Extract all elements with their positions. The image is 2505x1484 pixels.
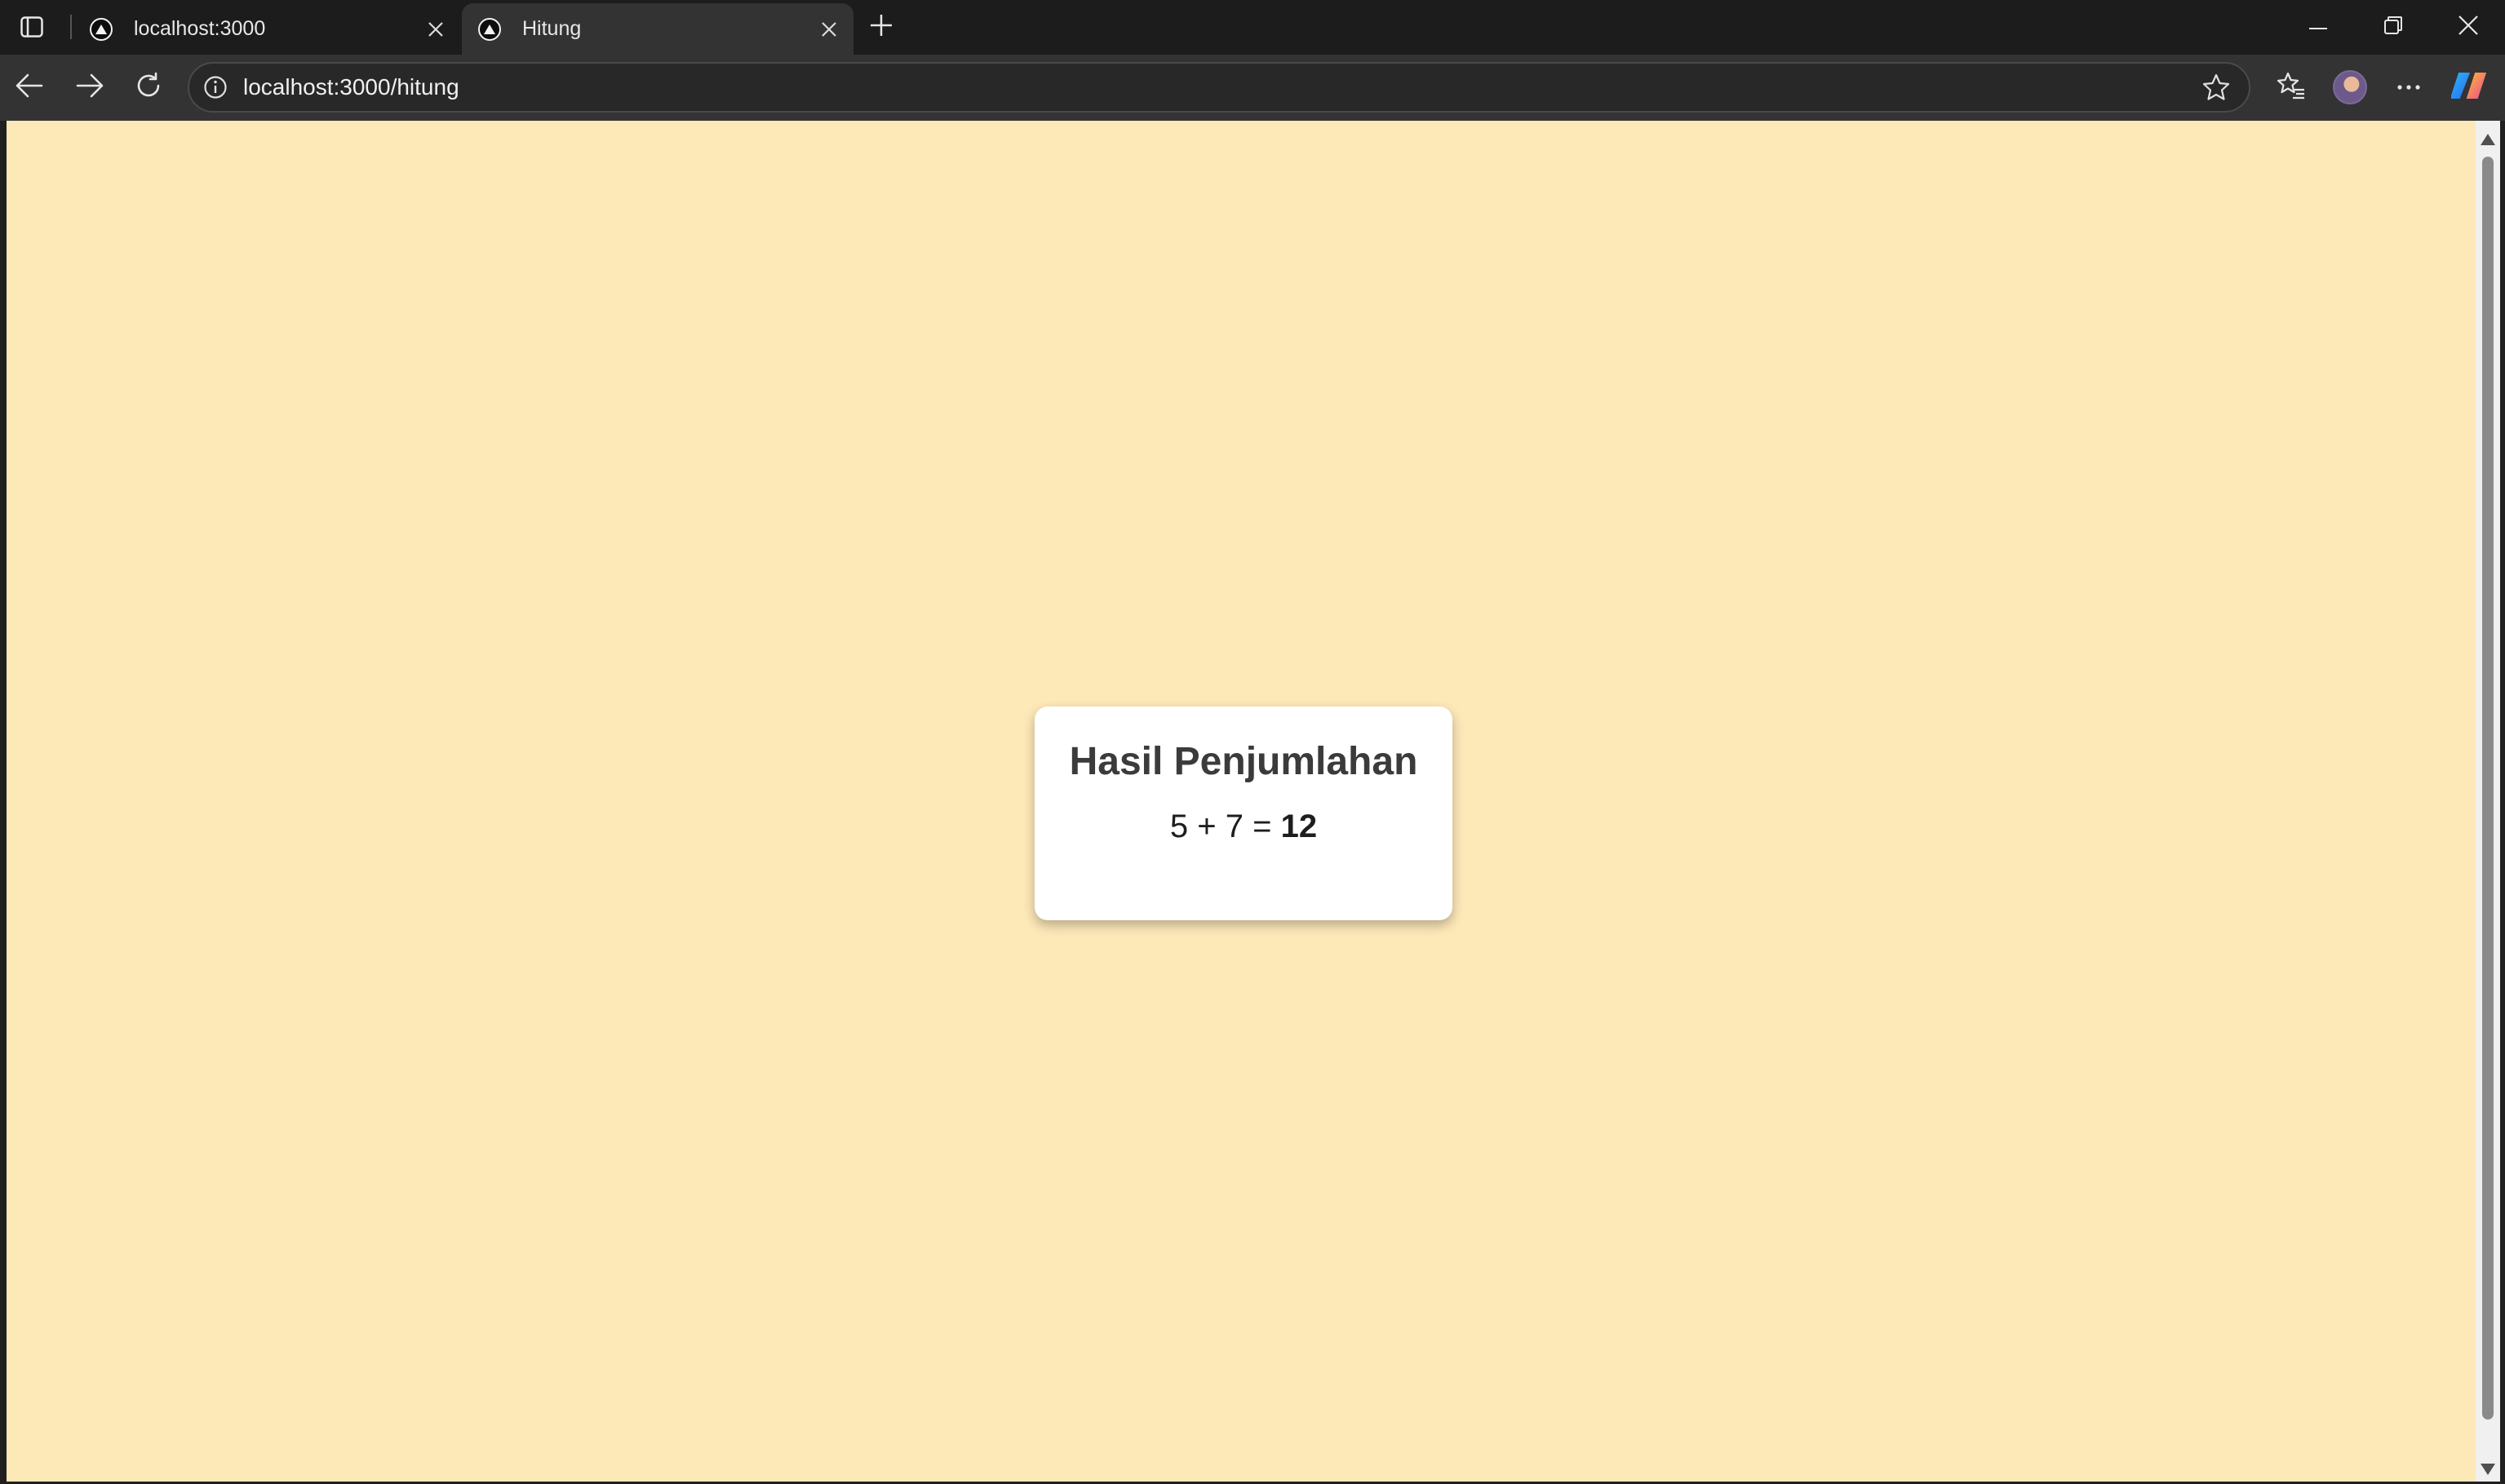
card-title: Hasil Penjumlahan [1069, 740, 1418, 783]
triangle-icon [478, 17, 501, 41]
result-card: Hasil Penjumlahan 5 + 7 = 12 [1035, 707, 1452, 920]
more-icon [2396, 80, 2421, 95]
back-button[interactable] [7, 64, 52, 110]
vertical-scrollbar[interactable] [2476, 121, 2500, 1482]
close-icon[interactable] [418, 11, 454, 47]
close-icon [2458, 15, 2478, 39]
scroll-thumb[interactable] [2482, 157, 2494, 1420]
operand-a: 5 [1169, 808, 1189, 844]
plus-sign: + [1197, 808, 1217, 844]
more-button[interactable] [2386, 64, 2432, 110]
equals-sign: = [1252, 808, 1272, 844]
refresh-icon [135, 72, 162, 104]
minimize-icon [2309, 20, 2327, 34]
tab-strip: localhost:3000 Hitung [0, 0, 2505, 55]
forward-button[interactable] [67, 64, 113, 110]
sum-value: 12 [1280, 808, 1318, 844]
sidebar-toggle-icon[interactable] [13, 10, 51, 44]
new-tab-button[interactable] [862, 8, 901, 46]
tab-localhost[interactable]: localhost:3000 [73, 3, 460, 55]
close-icon[interactable] [811, 11, 847, 47]
scroll-down-icon[interactable] [2481, 1464, 2495, 1475]
restore-icon [2384, 16, 2402, 38]
operand-b: 7 [1225, 808, 1244, 844]
copilot-icon [2450, 68, 2487, 108]
page-viewport: Hasil Penjumlahan 5 + 7 = 12 [7, 121, 2476, 1482]
plus-icon [870, 14, 893, 41]
info-icon[interactable] [201, 73, 230, 102]
sum-expression: 5 + 7 = 12 [1035, 808, 1452, 845]
favorites-button[interactable] [2268, 64, 2314, 110]
back-arrow-icon [16, 73, 43, 102]
copilot-button[interactable] [2446, 64, 2492, 110]
profile-button[interactable] [2327, 64, 2373, 110]
address-bar[interactable]: localhost:3000/hitung [188, 62, 2250, 113]
favorites-list-icon [2277, 72, 2306, 104]
tab-title: localhost:3000 [134, 17, 266, 40]
refresh-button[interactable] [126, 64, 171, 110]
close-window-button[interactable] [2432, 7, 2505, 47]
restore-button[interactable] [2356, 7, 2430, 47]
toolbar: localhost:3000/hitung [0, 55, 2505, 121]
forward-arrow-icon [76, 73, 104, 102]
tab-title: Hitung [522, 17, 582, 40]
star-icon[interactable] [2197, 68, 2236, 107]
avatar [2333, 70, 2367, 104]
tab-hitung[interactable]: Hitung [462, 3, 853, 55]
address-text: localhost:3000/hitung [243, 74, 459, 100]
minimize-button[interactable] [2281, 7, 2355, 47]
tab-separator [70, 15, 72, 39]
scroll-up-icon[interactable] [2481, 134, 2495, 145]
triangle-icon [90, 17, 113, 41]
